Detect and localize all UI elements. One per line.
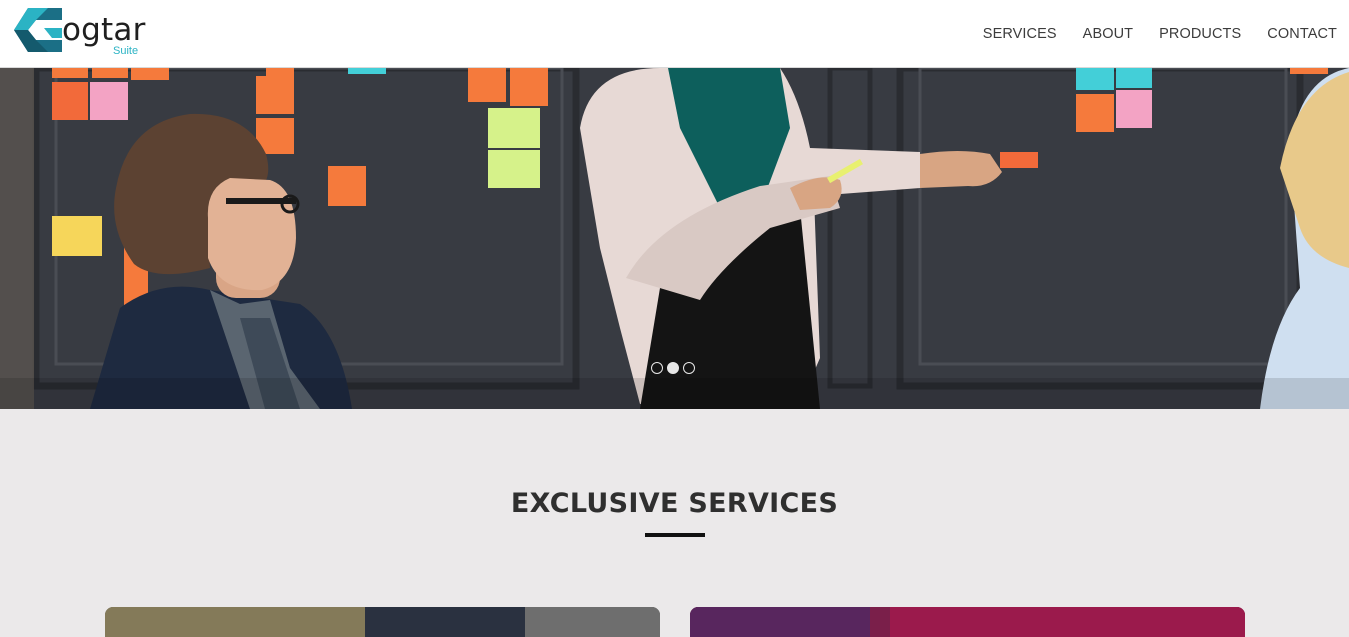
logo[interactable]: ogtar Suite — [14, 6, 154, 62]
nav-services[interactable]: SERVICES — [983, 26, 1057, 42]
carousel-dot-1[interactable] — [651, 362, 663, 374]
service-card-2[interactable] — [690, 607, 1245, 637]
carousel-dots — [651, 362, 695, 374]
nav-contact[interactable]: CONTACT — [1267, 26, 1337, 42]
hero-image — [0, 68, 1349, 409]
main-nav: SERVICES ABOUT PRODUCTS CONTACT — [957, 26, 1337, 42]
nav-about[interactable]: ABOUT — [1083, 26, 1133, 42]
section-title: EXCLUSIVE SERVICES — [510, 488, 839, 519]
carousel-dot-2[interactable] — [667, 362, 679, 374]
service-card-2-image — [690, 607, 1245, 637]
service-card-1[interactable] — [105, 607, 660, 637]
site-header: ogtar Suite SERVICES ABOUT PRODUCTS CONT… — [0, 0, 1349, 68]
logo-wordmark: ogtar — [62, 12, 146, 48]
hero-carousel[interactable] — [0, 68, 1349, 409]
service-card-1-image — [105, 607, 660, 637]
nav-products[interactable]: PRODUCTS — [1159, 26, 1241, 42]
logo-subtitle: Suite — [113, 45, 139, 57]
logo-mark-icon — [14, 8, 62, 52]
carousel-dot-3[interactable] — [683, 362, 695, 374]
title-underline — [645, 533, 705, 537]
